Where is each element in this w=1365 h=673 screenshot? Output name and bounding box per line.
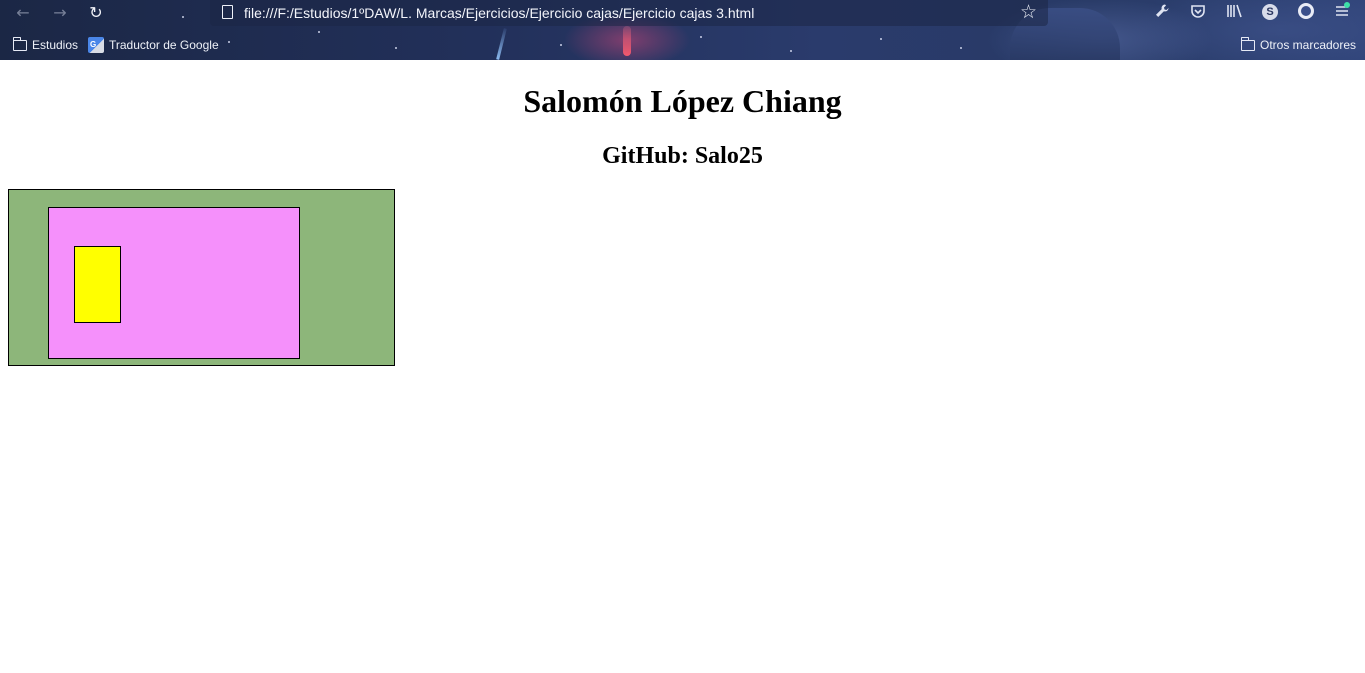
page-subtitle: GitHub: Salo25 (602, 143, 763, 169)
reload-icon: ↻ (89, 3, 103, 22)
forward-button[interactable]: → (49, 3, 71, 23)
reload-button[interactable]: ↻ (85, 3, 107, 23)
bookmark-label: Estudios (32, 38, 79, 52)
bookmark-google-translate[interactable]: G Traductor de Google (88, 34, 219, 56)
wrench-icon[interactable] (1151, 3, 1173, 23)
library-icon[interactable] (1224, 3, 1246, 23)
bookmarks-toolbar: Estudios G Traductor de Google Otros mar… (0, 34, 1365, 56)
page-content: Salomón López Chiang GitHub: Salo25 (0, 60, 1365, 673)
bookmark-estudios[interactable]: Estudios (12, 34, 79, 56)
browser-chrome: ← → ↻ file:///F:/Estudios/1ºDAW/L. Marca… (0, 0, 1365, 60)
bookmark-star-icon[interactable]: ☆ (1020, 1, 1037, 23)
background-star (318, 31, 320, 33)
page-icon (222, 5, 233, 19)
extension-icon[interactable] (1298, 3, 1314, 19)
bookmark-label: Otros marcadores (1260, 38, 1357, 52)
bookmark-label: Traductor de Google (109, 38, 219, 52)
google-translate-icon: G (88, 37, 104, 53)
url-text[interactable]: file:///F:/Estudios/1ºDAW/L. Marcas/Ejer… (244, 4, 754, 22)
back-arrow-icon: ← (16, 3, 30, 22)
folder-icon (1240, 36, 1255, 51)
navigation-toolbar: ← → ↻ file:///F:/Estudios/1ºDAW/L. Marca… (0, 0, 1365, 26)
page-title: Salomón López Chiang (523, 83, 842, 119)
update-badge (1344, 2, 1350, 8)
outer-box (8, 189, 395, 366)
inner-box (74, 246, 121, 323)
middle-box (48, 207, 300, 359)
pocket-icon[interactable] (1187, 3, 1209, 23)
back-button[interactable]: ← (12, 3, 34, 23)
address-bar[interactable]: file:///F:/Estudios/1ºDAW/L. Marcas/Ejer… (210, 0, 1048, 26)
other-bookmarks[interactable]: Otros marcadores (1240, 34, 1357, 56)
folder-icon (12, 36, 27, 51)
forward-arrow-icon: → (53, 3, 67, 22)
account-icon[interactable]: S (1262, 4, 1278, 20)
